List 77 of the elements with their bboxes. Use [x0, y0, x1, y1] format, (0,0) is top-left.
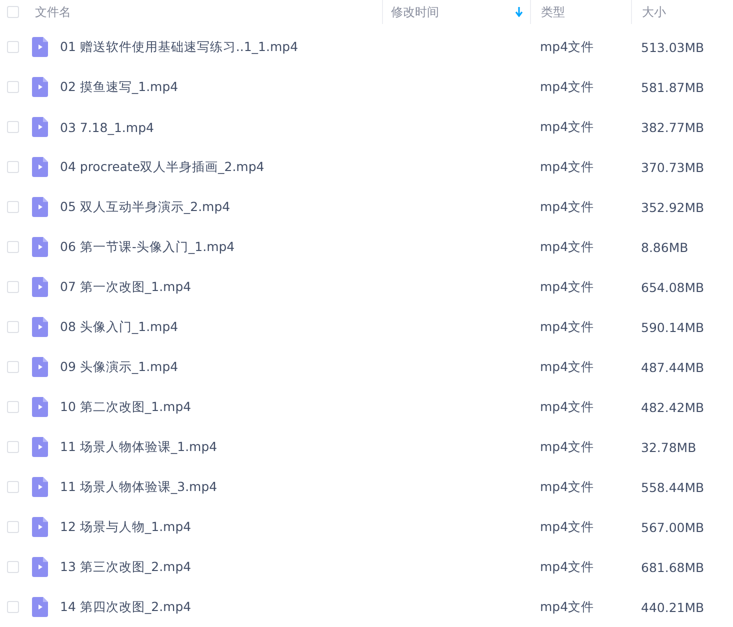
file-name[interactable]: 07 第一次改图_1.mp4 [60, 278, 192, 296]
file-size: 581.87MB [641, 80, 704, 94]
checkbox[interactable] [7, 561, 19, 573]
file-name[interactable]: 01 赠送软件使用基础速写练习..1_1.mp4 [60, 38, 298, 56]
file-name[interactable]: 05 双人互动半身演示_2.mp4 [60, 198, 230, 216]
file-size: 487.44MB [641, 360, 704, 374]
video-file-icon [32, 517, 48, 537]
checkbox[interactable] [7, 281, 19, 293]
video-file-icon [32, 397, 48, 417]
file-type: mp4文件 [540, 478, 594, 496]
file-type: mp4文件 [540, 518, 594, 536]
file-type: mp4文件 [540, 598, 594, 616]
file-size: 370.73MB [641, 160, 704, 174]
file-type: mp4文件 [540, 118, 594, 136]
checkbox[interactable] [7, 521, 19, 533]
video-file-icon [32, 597, 48, 617]
video-file-icon [32, 77, 48, 97]
video-file-icon [32, 317, 48, 337]
file-size: 382.77MB [641, 120, 704, 134]
file-name[interactable]: 11 场景人物体验课_1.mp4 [60, 438, 218, 456]
file-name[interactable]: 13 第三次改图_2.mp4 [60, 558, 192, 576]
file-type: mp4文件 [540, 38, 594, 56]
checkbox[interactable] [7, 321, 19, 333]
checkbox[interactable] [7, 241, 19, 253]
checkbox[interactable] [7, 401, 19, 413]
checkbox[interactable] [7, 361, 19, 373]
checkbox[interactable] [7, 481, 19, 493]
file-name[interactable]: 12 场景与人物_1.mp4 [60, 518, 192, 536]
file-size: 558.44MB [641, 480, 704, 494]
file-name[interactable]: 06 第一节课-头像入门_1.mp4 [60, 238, 235, 256]
file-size: 8.86MB [641, 240, 688, 254]
file-size: 590.14MB [641, 320, 704, 334]
file-name[interactable]: 14 第四次改图_2.mp4 [60, 598, 192, 616]
file-type: mp4文件 [540, 318, 594, 336]
checkbox[interactable] [7, 6, 19, 18]
file-name[interactable]: 11 场景人物体验课_3.mp4 [60, 478, 218, 496]
video-file-icon [32, 277, 48, 297]
checkbox[interactable] [7, 81, 19, 93]
file-type: mp4文件 [540, 198, 594, 216]
video-file-icon [32, 157, 48, 177]
checkbox[interactable] [7, 201, 19, 213]
video-file-icon [32, 357, 48, 377]
checkbox[interactable] [7, 161, 19, 173]
video-file-icon [32, 557, 48, 577]
file-name[interactable]: 02 摸鱼速写_1.mp4 [60, 78, 178, 96]
file-type: mp4文件 [540, 438, 594, 456]
file-name[interactable]: 04 procreate双人半身插画_2.mp4 [60, 158, 264, 176]
file-type: mp4文件 [540, 278, 594, 296]
file-type: mp4文件 [540, 358, 594, 376]
file-size: 482.42MB [641, 400, 704, 414]
video-file-icon [32, 477, 48, 497]
video-file-icon [32, 197, 48, 217]
file-size: 32.78MB [641, 440, 696, 454]
file-type: mp4文件 [540, 398, 594, 416]
file-type: mp4文件 [540, 78, 594, 96]
file-type: mp4文件 [540, 558, 594, 576]
file-size: 352.92MB [641, 200, 704, 214]
checkbox[interactable] [7, 601, 19, 613]
file-size: 681.68MB [641, 560, 704, 574]
file-type: mp4文件 [540, 238, 594, 256]
video-file-icon [32, 437, 48, 457]
checkbox[interactable] [7, 41, 19, 53]
file-type: mp4文件 [540, 158, 594, 176]
file-size: 513.03MB [641, 40, 704, 54]
file-name[interactable]: 08 头像入门_1.mp4 [60, 318, 178, 336]
checkbox[interactable] [7, 441, 19, 453]
file-size: 440.21MB [641, 600, 704, 614]
video-file-icon [32, 237, 48, 257]
checkbox[interactable] [7, 121, 19, 133]
video-file-icon [32, 37, 48, 57]
file-size: 567.00MB [641, 520, 704, 534]
file-name[interactable]: 09 头像演示_1.mp4 [60, 358, 178, 376]
file-size: 654.08MB [641, 280, 704, 294]
video-file-icon [32, 117, 48, 137]
sort-arrow-icon[interactable] [515, 7, 523, 17]
file-name[interactable]: 03 7.18_1.mp4 [60, 120, 154, 134]
file-name[interactable]: 10 第二次改图_1.mp4 [60, 398, 192, 416]
